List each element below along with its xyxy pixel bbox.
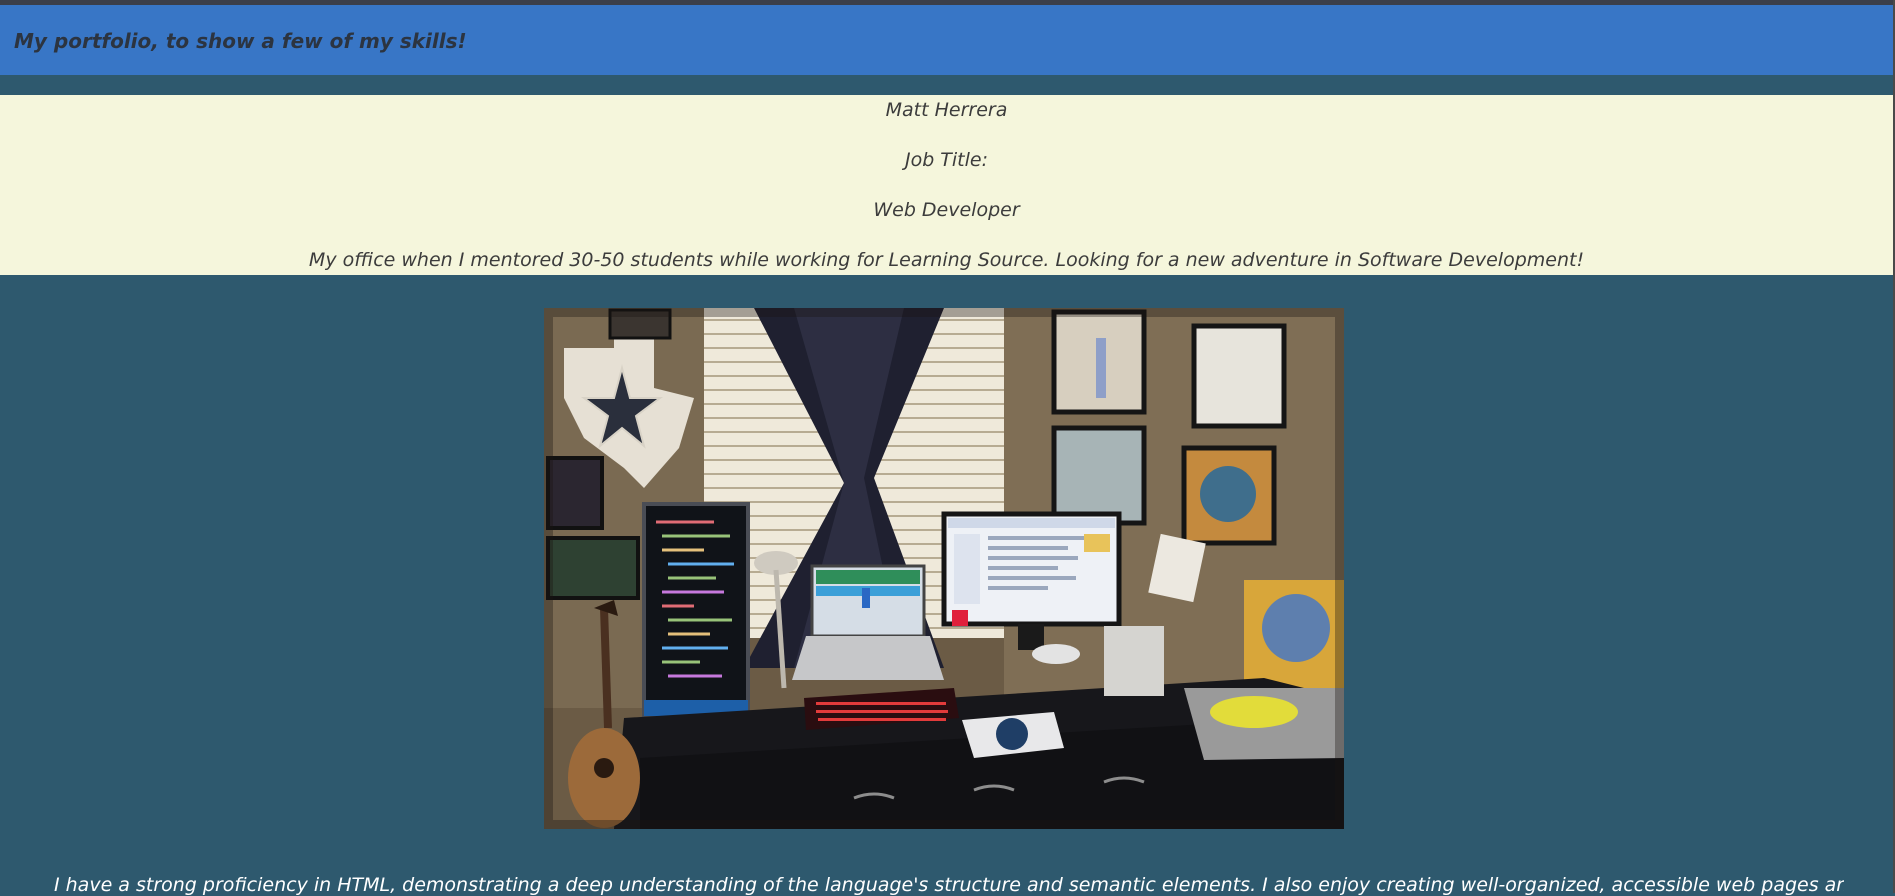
job-title: Web Developer — [873, 199, 1020, 221]
page-header: My portfolio, to show a few of my skills… — [0, 5, 1895, 75]
page-title: My portfolio, to show a few of my skills… — [14, 29, 467, 53]
photo-caption: My office when I mentored 30-50 students… — [308, 249, 1585, 271]
office-photo — [544, 308, 1344, 829]
job-title-label: Job Title: — [904, 149, 989, 171]
profile-name: Matt Herrera — [885, 99, 1008, 121]
profile-info: Matt Herrera Job Title: Web Developer My… — [0, 95, 1893, 275]
